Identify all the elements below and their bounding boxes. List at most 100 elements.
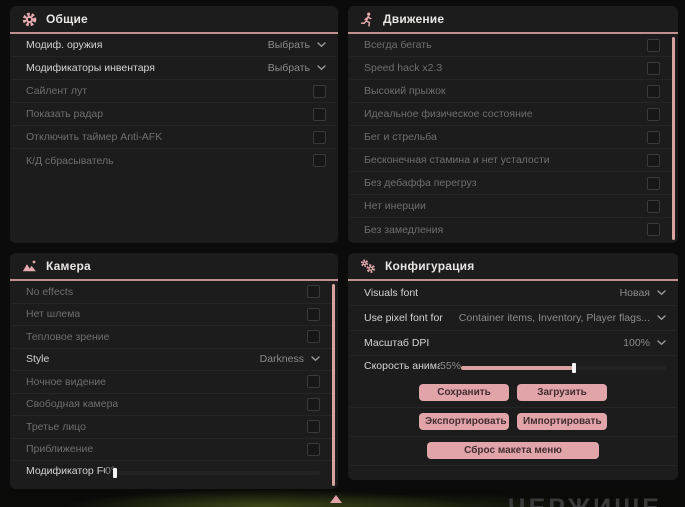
dropdown-selected-value: Выбрать [267, 62, 310, 74]
checkbox[interactable] [647, 38, 660, 52]
chevron-down-icon [657, 290, 666, 296]
setting-label: Нет шлема [26, 308, 81, 321]
setting-label: Свободная камера [26, 398, 119, 411]
panel-title: Движение [383, 12, 445, 26]
setting-row-checkbox[interactable]: Показать радар [12, 103, 336, 126]
checkbox[interactable] [307, 420, 320, 434]
checkbox[interactable] [647, 84, 660, 98]
setting-label: Модификаторы инвентаря [26, 62, 155, 74]
setting-row-slider[interactable]: Скорость анимации55% [350, 356, 676, 379]
slider-track[interactable] [113, 468, 320, 478]
runner-icon [360, 12, 374, 27]
panel-title: Общие [46, 12, 88, 26]
setting-row-dropdown[interactable]: Use pixel font for Container items, Inven… [350, 306, 676, 331]
setting-row-dropdown[interactable]: Масштаб DPI 100% [350, 331, 676, 356]
setting-row-dropdown[interactable]: Visuals font Новая [350, 281, 676, 306]
checkbox[interactable] [647, 130, 660, 144]
checkbox[interactable] [647, 176, 660, 190]
dropdown-selected-value: 100% [623, 337, 650, 349]
checkbox[interactable] [313, 84, 326, 98]
setting-row-checkbox[interactable]: Без дебаффа перегруз [350, 172, 676, 195]
setting-row-checkbox[interactable]: Бег и стрельба [350, 126, 676, 149]
setting-label: Скорость анимации [364, 360, 440, 372]
checkbox[interactable] [307, 397, 320, 411]
slider-handle[interactable] [571, 363, 576, 373]
setting-row-checkbox[interactable]: Третье лицо [12, 416, 336, 439]
scrollbar[interactable] [332, 284, 335, 486]
checkbox[interactable] [647, 223, 660, 236]
scrollbar[interactable] [672, 37, 675, 240]
checkbox[interactable] [307, 442, 320, 456]
checkbox[interactable] [647, 153, 660, 167]
checkbox[interactable] [647, 61, 660, 75]
export-button[interactable]: Экспортировать [419, 413, 509, 430]
pink-triangle-marker [330, 495, 342, 503]
checkbox[interactable] [647, 107, 660, 121]
setting-label: No effects [26, 285, 74, 298]
setting-label: Модификатор FOV [26, 465, 105, 477]
setting-row-checkbox[interactable]: Ночное видение [12, 371, 336, 394]
setting-row-checkbox[interactable]: Speed hack x2.3 [350, 57, 676, 80]
panel-title: Конфигурация [385, 259, 475, 273]
slider-track[interactable] [461, 363, 666, 373]
mod-menu-overlay: ЧЕРЖИШЕ Общие Модиф. оружияВыбратьМодифи… [0, 0, 685, 507]
checkbox[interactable] [307, 307, 320, 321]
checkbox[interactable] [307, 330, 320, 344]
setting-row-checkbox[interactable]: Тепловое зрение [12, 326, 336, 349]
checkbox[interactable] [307, 285, 320, 299]
setting-row-checkbox[interactable]: Свободная камера [12, 394, 336, 416]
setting-label: Третье лицо [26, 420, 86, 433]
dropdown[interactable]: Darkness [260, 353, 320, 365]
watermark-text: ЧЕРЖИШЕ [508, 494, 662, 507]
button-row-reset: Сброс макета меню [350, 437, 676, 466]
panel-config-rows: Visuals font Новая Use pixel font for Conta… [348, 281, 678, 379]
setting-label: Показать радар [26, 108, 104, 120]
reset-menu-layout-button[interactable]: Сброс макета меню [427, 442, 599, 459]
setting-row-dropdown[interactable]: Style Darkness [12, 349, 336, 371]
setting-row-checkbox[interactable]: Сайлент лут [12, 80, 336, 103]
checkbox[interactable] [313, 130, 326, 144]
checkbox[interactable] [313, 107, 326, 121]
dropdown[interactable]: Выбрать [268, 62, 326, 74]
slider-fill [461, 366, 574, 370]
dropdown[interactable]: Выбрать [268, 39, 326, 51]
checkbox[interactable] [313, 154, 326, 167]
panel-movement: Движение Всегда бегать Speed hack x2.3 Выс… [348, 6, 678, 243]
setting-row-checkbox[interactable]: Всегда бегать [350, 34, 676, 57]
setting-row-checkbox[interactable]: Нет шлема [12, 304, 336, 326]
panel-camera: Камера No effects Нет шлема Тепловое зрени… [10, 253, 338, 489]
setting-row-dropdown[interactable]: Модиф. оружия Выбрать [12, 34, 336, 57]
checkbox[interactable] [307, 375, 320, 389]
chevron-down-icon [317, 65, 326, 71]
setting-label: К/Д сбрасыватель [26, 154, 114, 167]
setting-row-checkbox[interactable]: К/Д сбрасыватель [12, 149, 336, 172]
dropdown[interactable]: Новая [620, 287, 666, 299]
panel-camera-rows: No effects Нет шлема Тепловое зрение Style D… [10, 281, 338, 484]
setting-label: Ночное видение [26, 375, 106, 388]
dropdown-selected-value: Новая [619, 287, 650, 299]
dropdown[interactable]: 100% [623, 337, 666, 349]
chevron-down-icon [317, 42, 326, 48]
setting-row-checkbox[interactable]: No effects [12, 281, 336, 304]
setting-row-checkbox[interactable]: Высокий прыжок [350, 80, 676, 103]
save-button[interactable]: Сохранить [419, 384, 509, 401]
setting-row-checkbox[interactable]: Без замедления [350, 218, 676, 241]
setting-row-dropdown[interactable]: Модификаторы инвентаря Выбрать [12, 57, 336, 80]
load-button[interactable]: Загрузить [517, 384, 607, 401]
setting-label: Тепловое зрение [26, 330, 110, 343]
setting-label: Модиф. оружия [26, 39, 103, 51]
setting-label: Без замедления [364, 223, 444, 236]
setting-row-slider[interactable]: Модификатор FOV0° [12, 461, 336, 484]
setting-label: Масштаб DPI [364, 337, 430, 349]
setting-row-checkbox[interactable]: Приближение [12, 439, 336, 461]
panel-movement-rows: Всегда бегать Speed hack x2.3 Высокий прыж… [348, 34, 678, 241]
setting-row-checkbox[interactable]: Отключить таймер Anti-AFK [12, 126, 336, 149]
slider-handle[interactable] [113, 468, 117, 478]
dropdown[interactable]: Container items, Inventory, Player flags… [459, 312, 666, 324]
setting-row-checkbox[interactable]: Идеальное физическое состояние [350, 103, 676, 126]
setting-row-checkbox[interactable]: Бесконечная стамина и нет усталости [350, 149, 676, 172]
setting-row-checkbox[interactable]: Нет инерции [350, 195, 676, 218]
checkbox[interactable] [647, 199, 660, 213]
import-button[interactable]: Импортировать [517, 413, 607, 430]
slider-value: 55% [439, 360, 461, 372]
